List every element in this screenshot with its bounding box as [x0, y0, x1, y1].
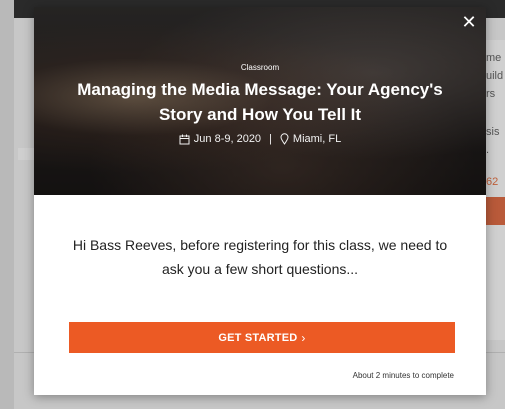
close-icon[interactable]: ✕: [460, 13, 478, 31]
background-side-panel: [484, 40, 505, 340]
meta-separator: |: [269, 133, 272, 145]
get-started-label: GET STARTED: [218, 331, 298, 344]
class-date: Jun 8-9, 2020: [193, 133, 262, 145]
chevron-right-icon: ›: [301, 330, 306, 345]
hero-banner: ✕ Classroom Managing the Media Message: …: [34, 7, 486, 195]
class-category: Classroom: [240, 63, 280, 72]
class-title: Managing the Media Message: Your Agency'…: [77, 80, 443, 124]
class-meta: Jun 8-9, 2020 | Miami, FL: [34, 133, 486, 145]
background-left-strip: [0, 0, 14, 409]
get-started-button[interactable]: GET STARTED ›: [69, 322, 455, 353]
background-text: uild: [486, 70, 504, 82]
map-pin-icon: [280, 133, 289, 145]
class-location: Miami, FL: [292, 133, 342, 145]
background-text: sis: [486, 126, 500, 138]
background-text: 62: [486, 176, 499, 188]
background-accent-button: [484, 197, 505, 225]
page: me uild rs sis . 62 ✕ Classroom Managing…: [0, 0, 505, 409]
completion-time-note: About 2 minutes to complete: [352, 371, 454, 380]
background-text: rs: [486, 88, 496, 100]
background-text: .: [486, 144, 490, 156]
registration-modal: ✕ Classroom Managing the Media Message: …: [34, 7, 486, 395]
background-text: me: [486, 52, 502, 64]
intro-question-text: Hi Bass Reeves, before registering for t…: [72, 237, 448, 277]
calendar-icon: [179, 134, 190, 145]
